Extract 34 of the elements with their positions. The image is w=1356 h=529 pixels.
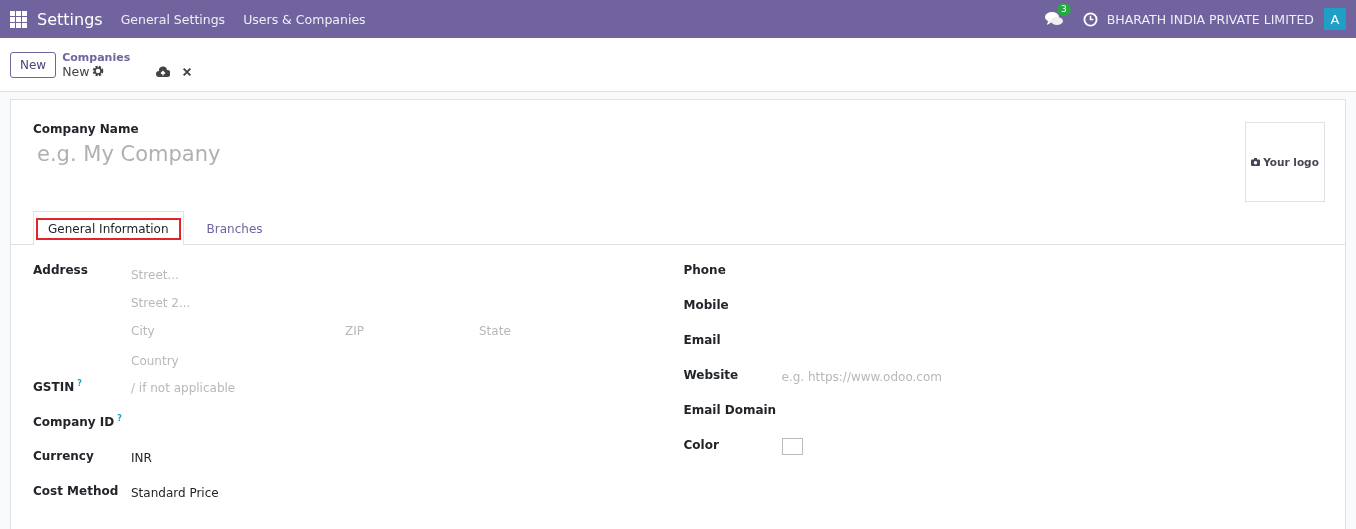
help-mark[interactable]: ? [77,379,82,388]
field-label: Company Name [33,122,140,136]
field-label: Currency [33,448,95,463]
menu-item[interactable]: Users & Companies [243,11,366,27]
cloud-upload-icon[interactable] [156,65,171,78]
field-label: Address [33,262,89,277]
record-name: New [62,63,90,79]
field-label: Color [683,437,720,452]
field-label: Phone [683,262,727,277]
new-button[interactable]: New [10,51,57,78]
field-label: Website [683,367,740,382]
help-mark[interactable]: ? [117,414,122,423]
user-avatar[interactable]: A [1324,8,1346,30]
tab[interactable]: General Information [33,211,184,245]
field-label: Email [683,332,722,347]
message-count-badge: 3 [1057,3,1071,16]
field-label: Cost Method [33,483,120,498]
field-label: Mobile [683,297,730,312]
tab[interactable]: Branches [191,211,278,245]
field-label: Company ID $^{?}$ [33,413,123,429]
app-name[interactable]: Settings [37,9,103,29]
chat-icon[interactable] [1044,11,1063,27]
company-switcher[interactable]: BHARATH INDIA PRIVATE LIMITED [1106,11,1314,27]
menu-item[interactable]: General Settings [120,11,226,27]
breadcrumb-link[interactable]: Companies [62,50,131,64]
field-label: Email Domain [683,402,778,417]
field-label: GSTIN $^{?}$ [33,378,83,394]
logo-upload[interactable]: Your logo [1245,122,1325,202]
apps-menu-icon[interactable] [10,10,27,28]
color-swatch[interactable] [781,438,803,455]
gear-icon[interactable] [92,65,105,77]
close-icon[interactable] [182,66,193,77]
clock-icon[interactable] [1082,11,1098,27]
camera-icon [1251,158,1261,166]
